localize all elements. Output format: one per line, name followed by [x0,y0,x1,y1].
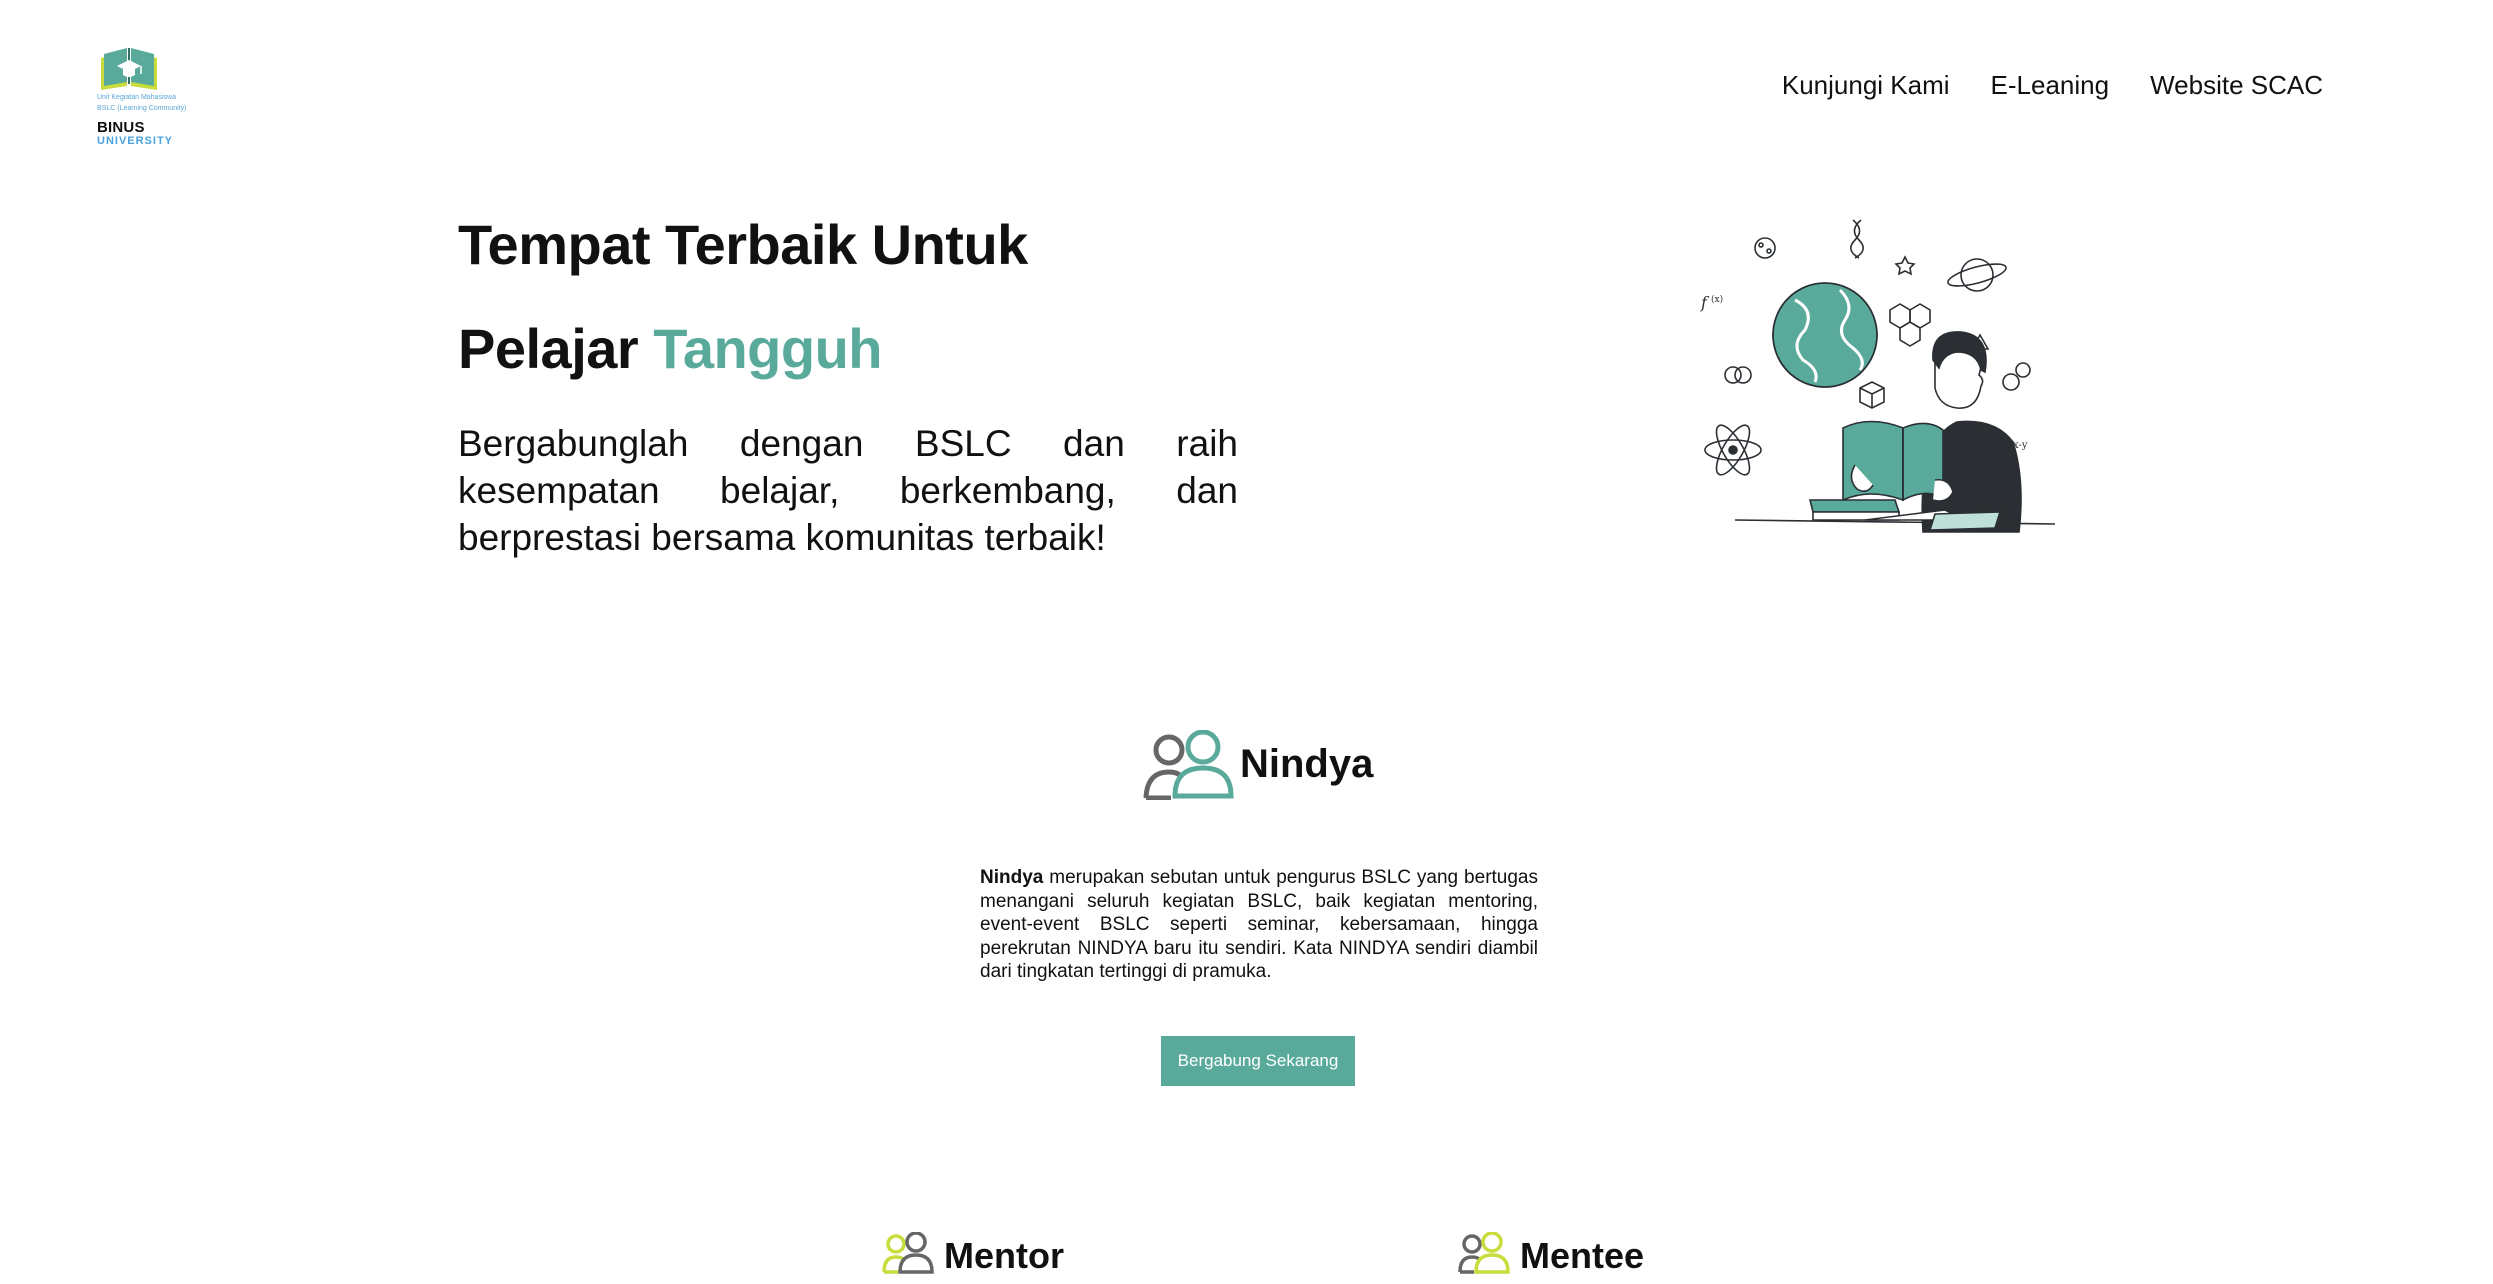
nindya-description-text: merupakan sebutan untuk pengurus BSLC ya… [980,867,1538,982]
top-nav: Kunjungi Kami E-Leaning Website SCAC [1782,70,2323,101]
nav-link-website-scac[interactable]: Website SCAC [2150,70,2323,101]
role-mentee-label: Mentee [1520,1234,1645,1276]
student-reading-book-icon: f (x) x-y [1700,219,2056,533]
open-book-graduation-cap-logo-icon [101,48,157,90]
role-mentor-label: Mentor [944,1234,1064,1276]
logo-brand-sub: UNIVERSITY [97,135,174,147]
hero-title-line2: Pelajar Tangguh [458,316,882,381]
nav-link-kunjungi-kami[interactable]: Kunjungi Kami [1782,70,1950,101]
hero-title-accent: Tangguh [653,317,882,380]
logo-subtitle-line1: Unit Kegiatan Mahasiswa [97,94,176,101]
student-reading-illustration: f (x) x-y [1695,210,2065,540]
people-icon [1458,1231,1510,1279]
nav-link-e-learning[interactable]: E-Leaning [1991,70,2110,101]
people-icon [882,1231,934,1279]
logo-brand: BINUS [97,119,145,136]
bslc-logo[interactable]: Unit Kegiatan Mahasiswa BSLC (Learning C… [95,44,215,150]
role-mentee[interactable]: Mentee [1458,1231,1645,1279]
hero-title-plain: Pelajar [458,317,654,380]
nindya-bold-word: Nindya [980,867,1044,888]
svg-text:f: f [1700,293,1710,312]
nindya-title: Nindya [1240,742,1374,786]
people-icon [1143,729,1237,805]
nindya-description: Nindya merupakan sebutan untuk pengurus … [980,866,1538,984]
svg-text:(x): (x) [1711,294,1723,305]
logo-subtitle-line2: BSLC (Learning Community) [97,105,187,112]
hero-description: Bergabunglah dengan BSLC dan raih kesemp… [458,423,1238,558]
hero-title-line1: Tempat Terbaik Untuk [458,213,1028,276]
role-mentor[interactable]: Mentor [882,1231,1064,1279]
join-now-button[interactable]: Bergabung Sekarang [1161,1036,1355,1086]
